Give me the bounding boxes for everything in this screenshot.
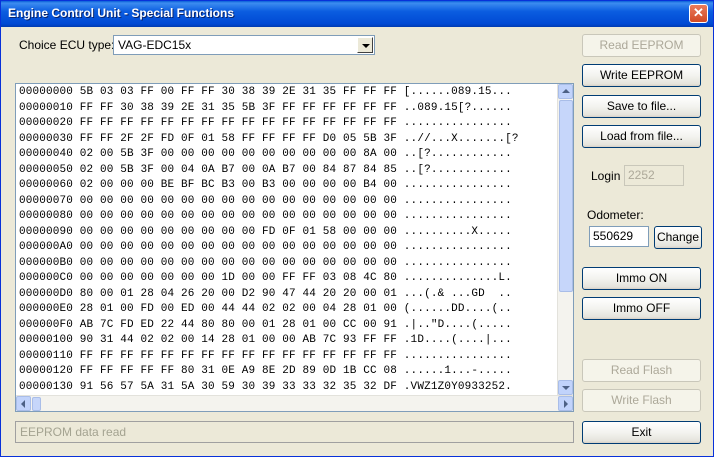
chevron-down-icon[interactable] [357, 37, 373, 53]
hex-dump-view[interactable]: 00000000 5B 03 03 FF 00 FF FF 30 38 39 2… [15, 83, 574, 412]
load-from-file-button[interactable]: Load from file... [582, 125, 701, 148]
close-icon: ✕ [693, 5, 704, 20]
hex-line: 00000000 5B 03 03 FF 00 FF FF 30 38 39 2… [19, 86, 512, 98]
immo-off-button[interactable]: Immo OFF [582, 297, 701, 320]
ecu-type-value: VAG-EDC15x [118, 38, 192, 52]
scroll-down-icon[interactable] [558, 380, 573, 395]
hex-line: 000000F0 AB 7C FD ED 22 44 80 80 00 01 2… [19, 318, 512, 331]
ecu-type-dropdown[interactable]: VAG-EDC15x [113, 35, 375, 55]
title-bar[interactable]: Engine Control Unit - Special Functions … [1, 1, 713, 27]
read-eeprom-button[interactable]: Read EEPROM [582, 34, 701, 57]
hex-line: 00000090 00 00 00 00 00 00 00 00 00 FD 0… [19, 225, 512, 238]
hex-line: 00000100 90 31 44 02 02 00 14 28 01 00 0… [19, 334, 512, 346]
hex-line: 00000050 02 00 5B 3F 00 04 0A B7 00 0A B… [19, 163, 512, 176]
hex-line: 00000040 02 00 5B 3F 00 00 00 00 00 00 0… [19, 148, 512, 160]
hex-line: 000000C0 00 00 00 00 00 00 00 1D 00 00 F… [19, 272, 512, 284]
hex-line: 00000010 FF FF 30 38 39 2E 31 35 5B 3F F… [19, 101, 512, 114]
scroll-right-icon[interactable] [558, 396, 573, 411]
odometer-label: Odometer: [587, 208, 644, 222]
vertical-scrollbar[interactable] [557, 84, 573, 395]
hex-line: 000000B0 00 00 00 00 00 00 00 00 00 00 0… [19, 256, 512, 269]
odometer-field[interactable]: 550629 [589, 226, 649, 247]
horizontal-scrollbar[interactable] [16, 395, 573, 411]
exit-button[interactable]: Exit [582, 421, 701, 444]
login-field[interactable]: 2252 [624, 165, 684, 186]
vertical-scroll-thumb[interactable] [559, 100, 573, 292]
ecu-special-functions-window: Engine Control Unit - Special Functions … [0, 0, 714, 457]
status-bar: EEPROM data read [15, 421, 574, 443]
immo-on-button[interactable]: Immo ON [582, 267, 701, 290]
status-text: EEPROM data read [20, 425, 127, 439]
horizontal-scroll-thumb[interactable] [32, 397, 41, 411]
hex-dump-lines: 00000000 5B 03 03 FF 00 FF FF 30 38 39 2… [19, 85, 519, 395]
hex-line: 00000080 00 00 00 00 00 00 00 00 00 00 0… [19, 210, 512, 222]
read-flash-button[interactable]: Read Flash [582, 359, 701, 382]
hex-line: 000000E0 28 01 00 FD 00 ED 00 44 44 02 0… [19, 303, 512, 315]
window-title: Engine Control Unit - Special Functions [8, 6, 235, 20]
hex-line: 00000030 FF FF 2F 2F FD 0F 01 58 FF FF F… [19, 132, 519, 145]
hex-line: 00000120 FF FF FF FF FF 80 31 0E A9 8E 2… [19, 365, 512, 377]
hex-line: 00000020 FF FF FF FF FF FF FF FF FF FF F… [19, 117, 512, 129]
hex-line: 00000060 02 00 00 00 BE BF BC B3 00 B3 0… [19, 179, 512, 191]
hex-line: 000000D0 80 00 01 28 04 26 20 00 D2 90 4… [19, 287, 512, 300]
ecu-type-label: Choice ECU type: [19, 38, 115, 52]
close-button[interactable]: ✕ [689, 4, 708, 23]
write-eeprom-button[interactable]: Write EEPROM [582, 64, 701, 87]
hex-line: 000000A0 00 00 00 00 00 00 00 00 00 00 0… [19, 241, 512, 253]
save-to-file-button[interactable]: Save to file... [582, 95, 701, 118]
login-label: Login [591, 169, 621, 183]
write-flash-button[interactable]: Write Flash [582, 389, 701, 412]
hex-line: 00000130 91 56 57 5A 31 5A 30 59 30 39 3… [19, 380, 512, 393]
hex-line: 00000070 00 00 00 00 00 00 00 00 00 00 0… [19, 194, 512, 207]
hex-line: 00000110 FF FF FF FF FF FF FF FF FF FF F… [19, 349, 512, 362]
change-odometer-button[interactable]: Change [654, 226, 702, 249]
scroll-up-icon[interactable] [558, 84, 573, 99]
scroll-left-icon[interactable] [16, 396, 31, 411]
